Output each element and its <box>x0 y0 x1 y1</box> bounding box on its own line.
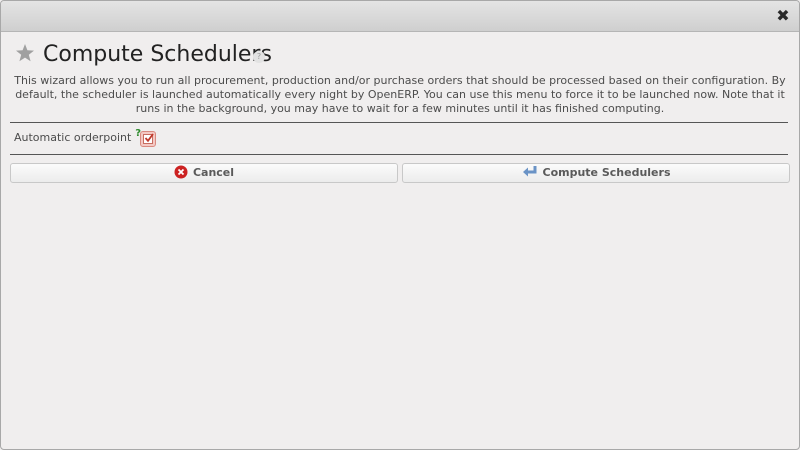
compute-schedulers-button[interactable]: Compute Schedulers <box>402 163 790 183</box>
wizard-dialog: ✖ Compute Schedulers ? This wizard allow… <box>0 0 800 450</box>
checkmark-icon <box>144 133 154 143</box>
star-icon[interactable] <box>15 43 35 63</box>
separator-top <box>10 122 788 123</box>
cancel-circle-icon <box>174 165 188 179</box>
cancel-button[interactable]: Cancel <box>10 163 398 183</box>
wizard-description: This wizard allows you to run all procur… <box>14 74 786 115</box>
automatic-orderpoint-field: Automatic orderpoint?: <box>14 128 148 150</box>
dialog-header: Compute Schedulers ? <box>1 32 799 72</box>
checkbox-box <box>143 133 154 144</box>
separator-bottom <box>10 154 788 155</box>
compute-schedulers-button-label: Compute Schedulers <box>542 166 671 179</box>
cancel-button-label: Cancel <box>192 166 235 179</box>
automatic-orderpoint-checkbox[interactable] <box>140 131 156 147</box>
page-title: Compute Schedulers <box>43 42 272 67</box>
close-icon[interactable]: ✖ <box>775 7 791 25</box>
dialog-titlebar: ✖ <box>1 1 799 32</box>
return-arrow-icon <box>522 166 536 177</box>
automatic-orderpoint-label: Automatic orderpoint <box>14 131 132 144</box>
title-help-icon[interactable]: ? <box>253 51 265 63</box>
